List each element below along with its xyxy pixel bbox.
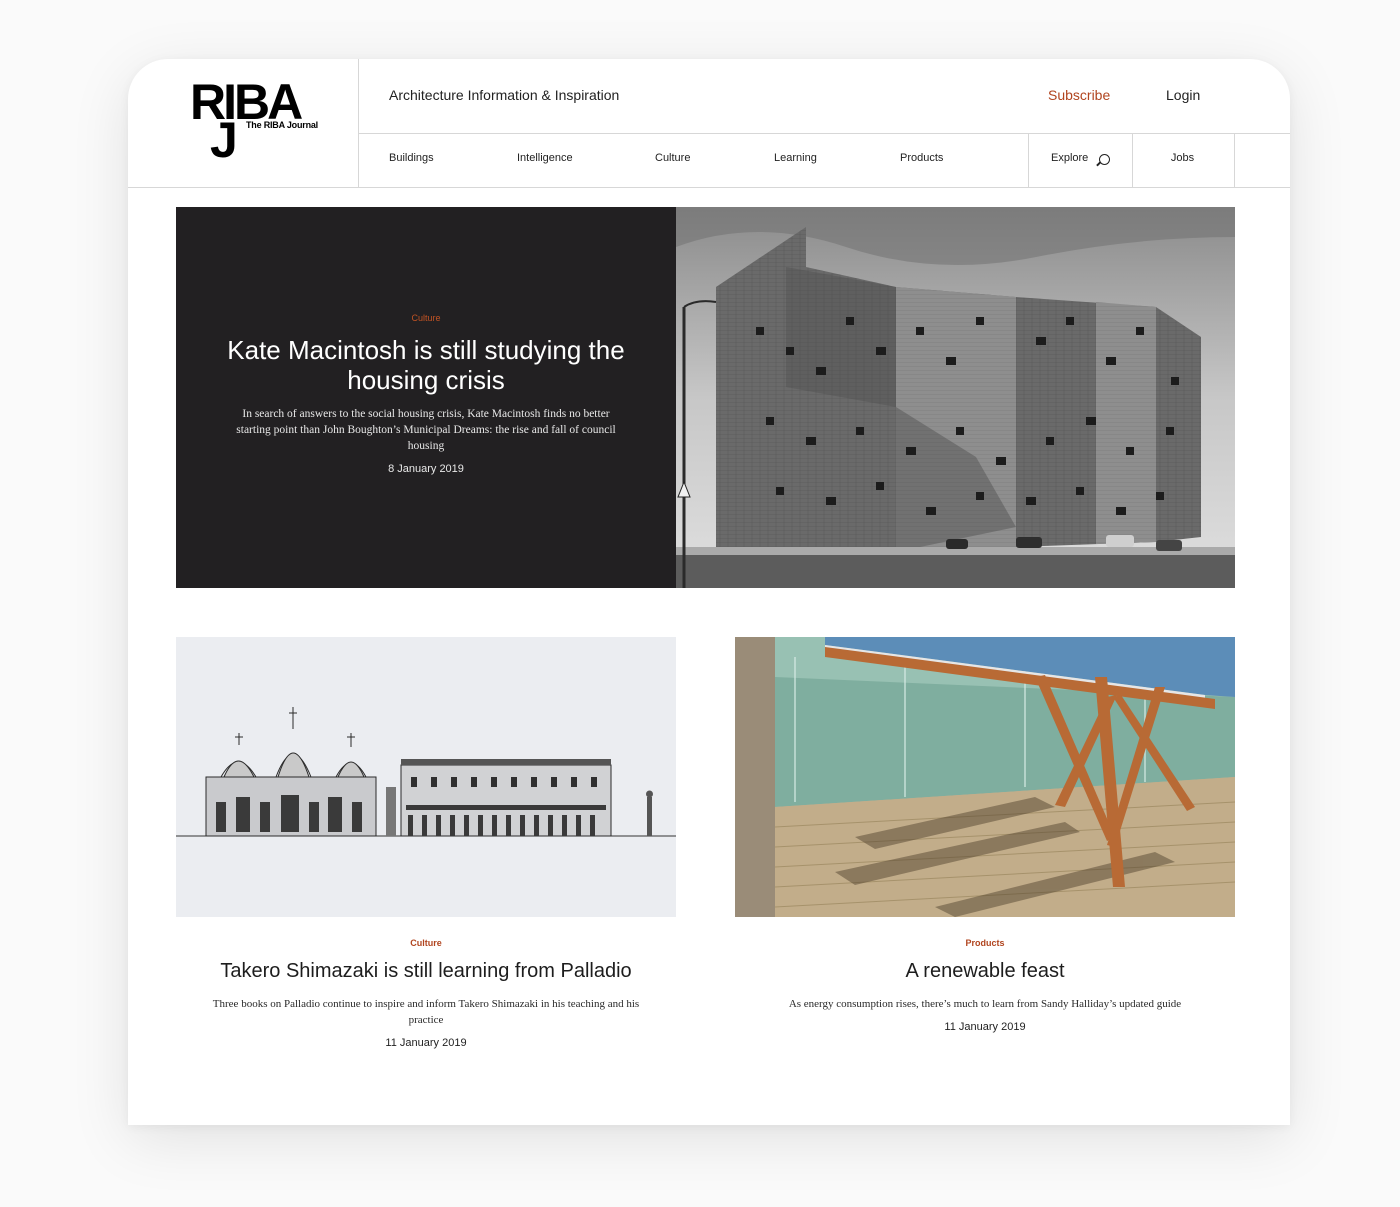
subscribe-link[interactable]: Subscribe: [1048, 87, 1110, 103]
hero-date: 8 January 2019: [388, 463, 464, 475]
article-image-timber-canopy[interactable]: [735, 637, 1235, 917]
site-tagline: Architecture Information & Inspiration: [389, 87, 620, 103]
article-description: Three books on Palladio continue to insp…: [212, 998, 640, 1026]
jobs-button[interactable]: Jobs: [1131, 134, 1235, 188]
nav-buildings[interactable]: Buildings: [389, 152, 434, 164]
hero-article[interactable]: Culture Kate Macintosh is still studying…: [176, 207, 1235, 588]
article-title[interactable]: Takero Shimazaki is still learning from …: [176, 960, 676, 983]
nav-culture[interactable]: Culture: [655, 152, 690, 164]
riba-journal-logo[interactable]: RIBA J The RIBA Journal: [190, 77, 330, 168]
logo-subtitle: The RIBA Journal: [246, 120, 318, 130]
article-date: 11 January 2019: [385, 1037, 467, 1049]
logo-cell: RIBA J The RIBA Journal: [128, 59, 359, 187]
article-description: As energy consumption rises, there’s muc…: [788, 998, 1182, 1010]
article-card-palladio[interactable]: Culture Takero Shimazaki is still learni…: [176, 637, 676, 1049]
hero-title[interactable]: Kate Macintosh is still studying the hou…: [206, 335, 646, 395]
page-card: RIBA J The RIBA Journal Architecture Inf…: [128, 59, 1290, 1125]
article-image-venice-elevation[interactable]: [176, 637, 676, 917]
article-category[interactable]: Culture: [176, 938, 676, 948]
article-date: 11 January 2019: [944, 1021, 1026, 1033]
logo-j-text: J: [210, 112, 238, 168]
login-link[interactable]: Login: [1166, 87, 1200, 103]
jobs-label: Jobs: [1170, 152, 1195, 164]
nav-intelligence[interactable]: Intelligence: [517, 152, 573, 164]
main-nav: Buildings Intelligence Culture Learning …: [359, 133, 1290, 188]
hero-image-brick-housing-block[interactable]: [676, 207, 1235, 588]
hero-text-panel: Culture Kate Macintosh is still studying…: [176, 207, 676, 588]
nav-products[interactable]: Products: [900, 152, 943, 164]
explore-label: Explore: [1051, 152, 1089, 164]
search-icon: [1099, 154, 1110, 165]
article-title[interactable]: A renewable feast: [735, 960, 1235, 983]
explore-button[interactable]: Explore: [1028, 134, 1133, 188]
site-header: RIBA J The RIBA Journal Architecture Inf…: [128, 59, 1290, 188]
article-card-renewable-feast[interactable]: Products A renewable feast As energy con…: [735, 637, 1235, 1033]
hero-category[interactable]: Culture: [176, 313, 676, 323]
hero-description: In search of answers to the social housi…: [236, 408, 616, 452]
article-category[interactable]: Products: [735, 938, 1235, 948]
nav-learning[interactable]: Learning: [774, 152, 817, 164]
